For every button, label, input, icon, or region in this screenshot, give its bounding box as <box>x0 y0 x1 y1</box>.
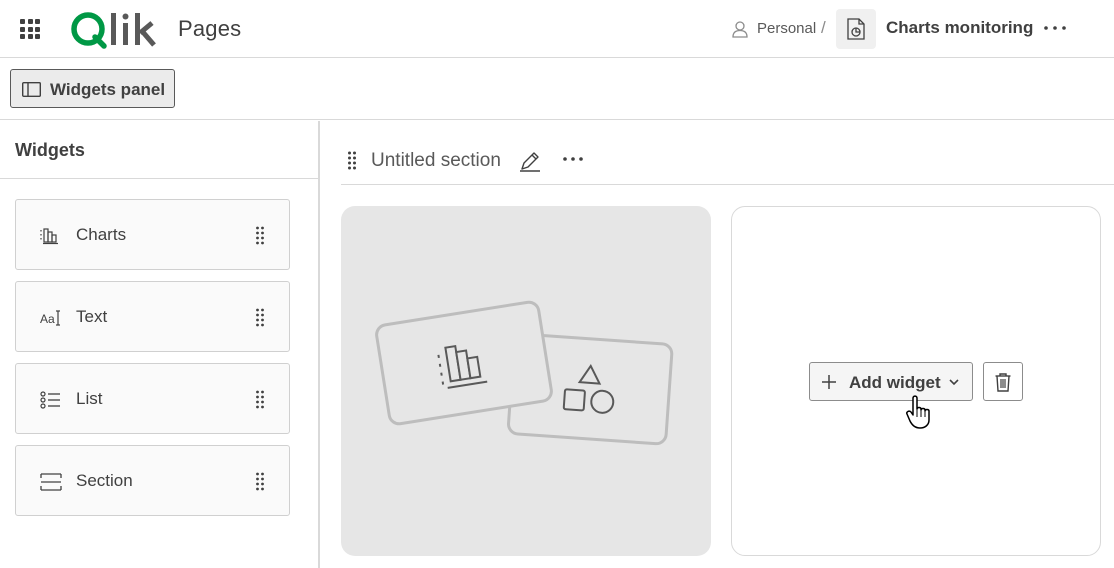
plus-icon <box>822 375 836 389</box>
svg-text:Aa: Aa <box>40 312 55 326</box>
panel-toggle-icon <box>22 82 41 97</box>
page-title: Pages <box>178 16 242 41</box>
widget-placeholder-card <box>341 206 711 556</box>
widgets-panel-title: Widgets <box>15 140 85 160</box>
widget-item-label: Text <box>76 307 108 326</box>
text-icon: Aa <box>40 310 60 326</box>
user-icon <box>732 21 748 38</box>
drag-handle-icon[interactable] <box>255 471 265 491</box>
breadcrumb-separator: / <box>821 18 826 37</box>
section-title: Untitled section <box>371 150 501 171</box>
drag-handle-icon[interactable] <box>255 389 265 409</box>
widget-item-label: Section <box>76 471 133 490</box>
section-header: Untitled section <box>341 121 1114 185</box>
trash-icon <box>995 373 1011 392</box>
apps-grid-icon[interactable] <box>20 19 40 39</box>
top-bar: Pages Personal / Charts monitoring <box>0 0 1114 58</box>
section-drag-handle-icon[interactable] <box>347 151 357 170</box>
empty-widget-illustration <box>375 300 674 446</box>
toolbar: Widgets panel <box>0 59 1114 120</box>
app-sheet-icon <box>847 18 865 40</box>
app-icon-tile[interactable] <box>836 9 876 49</box>
add-widget-label: Add widget <box>849 373 941 392</box>
more-horizontal-icon[interactable] <box>1041 18 1069 38</box>
section-more-icon[interactable] <box>561 151 585 167</box>
chevron-down-icon <box>949 379 959 386</box>
widgets-panel-label: Widgets panel <box>50 80 166 99</box>
drag-handle-icon[interactable] <box>255 225 265 245</box>
section-icon <box>40 473 62 491</box>
list-icon <box>40 391 60 409</box>
drag-handle-icon[interactable] <box>255 307 265 327</box>
edit-pencil-icon[interactable] <box>518 149 542 173</box>
widget-item-text[interactable]: Aa Text <box>15 281 290 352</box>
widget-item-label: Charts <box>76 225 127 244</box>
widgets-panel-button[interactable]: Widgets panel <box>10 69 175 108</box>
widgets-panel: Widgets Charts Aa Text List Section <box>0 121 320 568</box>
breadcrumb-space-link[interactable]: Personal <box>757 20 816 37</box>
bar-chart-icon <box>40 228 58 245</box>
widget-item-label: List <box>76 389 103 408</box>
add-widget-button[interactable]: Add widget <box>809 362 973 401</box>
delete-widget-button[interactable] <box>983 362 1023 401</box>
widget-item-section[interactable]: Section <box>15 445 290 516</box>
divider <box>0 178 320 179</box>
breadcrumb-app-name[interactable]: Charts monitoring <box>886 18 1033 38</box>
widget-item-list[interactable]: List <box>15 363 290 434</box>
widget-item-charts[interactable]: Charts <box>15 199 290 270</box>
qlik-logo[interactable] <box>70 9 158 49</box>
